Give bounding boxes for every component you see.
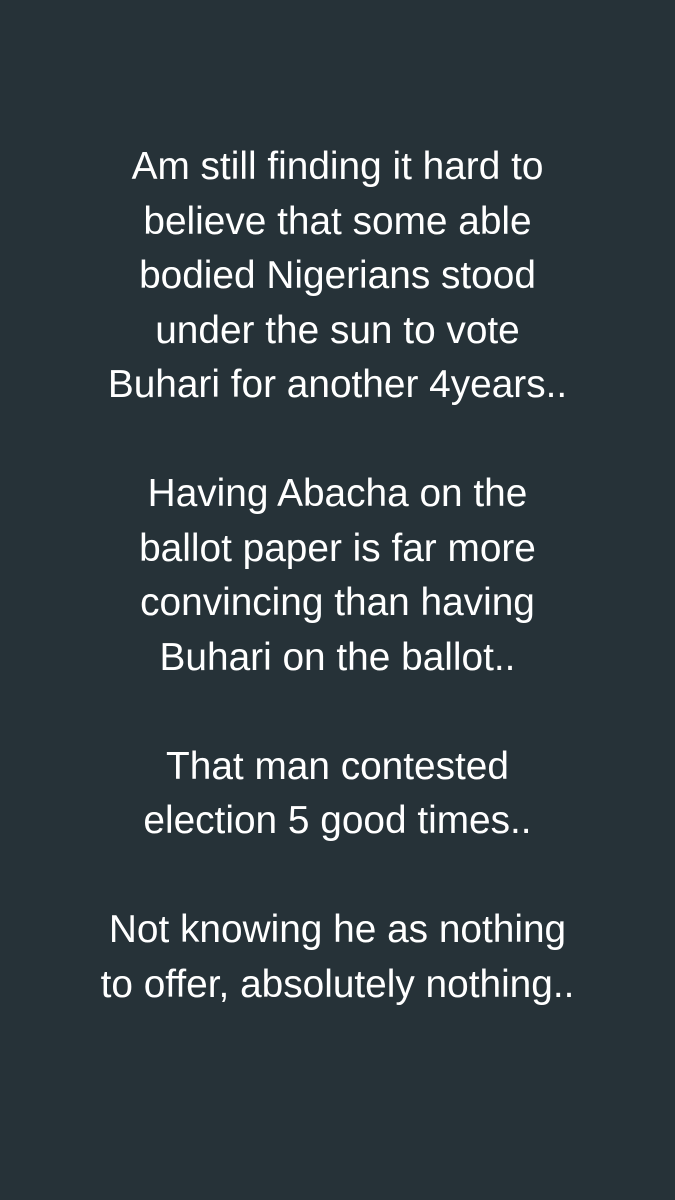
text-post-canvas: Am still finding it hard to believe that… [0, 0, 675, 1200]
text-line: Buhari on the ballot.. [159, 635, 516, 679]
paragraph-4: Not knowing he as nothing to offer, abso… [0, 903, 675, 1012]
paragraph-2: Having Abacha on the ballot paper is far… [0, 467, 675, 685]
paragraph-3: That man contested election 5 good times… [0, 740, 675, 849]
paragraph-1: Am still finding it hard to believe that… [0, 140, 675, 413]
text-line: election 5 good times.. [143, 799, 532, 842]
text-line: convincing than having [140, 581, 535, 624]
text-line: Am still finding it hard to [131, 145, 544, 188]
text-line: under the sun to vote [155, 308, 520, 352]
text-line: believe that some able [143, 199, 532, 243]
text-line: Having Abacha on the [147, 472, 528, 515]
text-line: to offer, absolutely nothing.. [100, 962, 575, 1006]
post-text-body: Am still finding it hard to believe that… [0, 140, 675, 1012]
text-line: Not knowing he as nothing [108, 908, 567, 951]
text-line: bodied Nigerians stood [139, 254, 536, 297]
text-line: ballot paper is far more [139, 526, 536, 570]
text-line: Buhari for another 4years.. [107, 363, 568, 406]
text-line: That man contested [166, 744, 509, 788]
